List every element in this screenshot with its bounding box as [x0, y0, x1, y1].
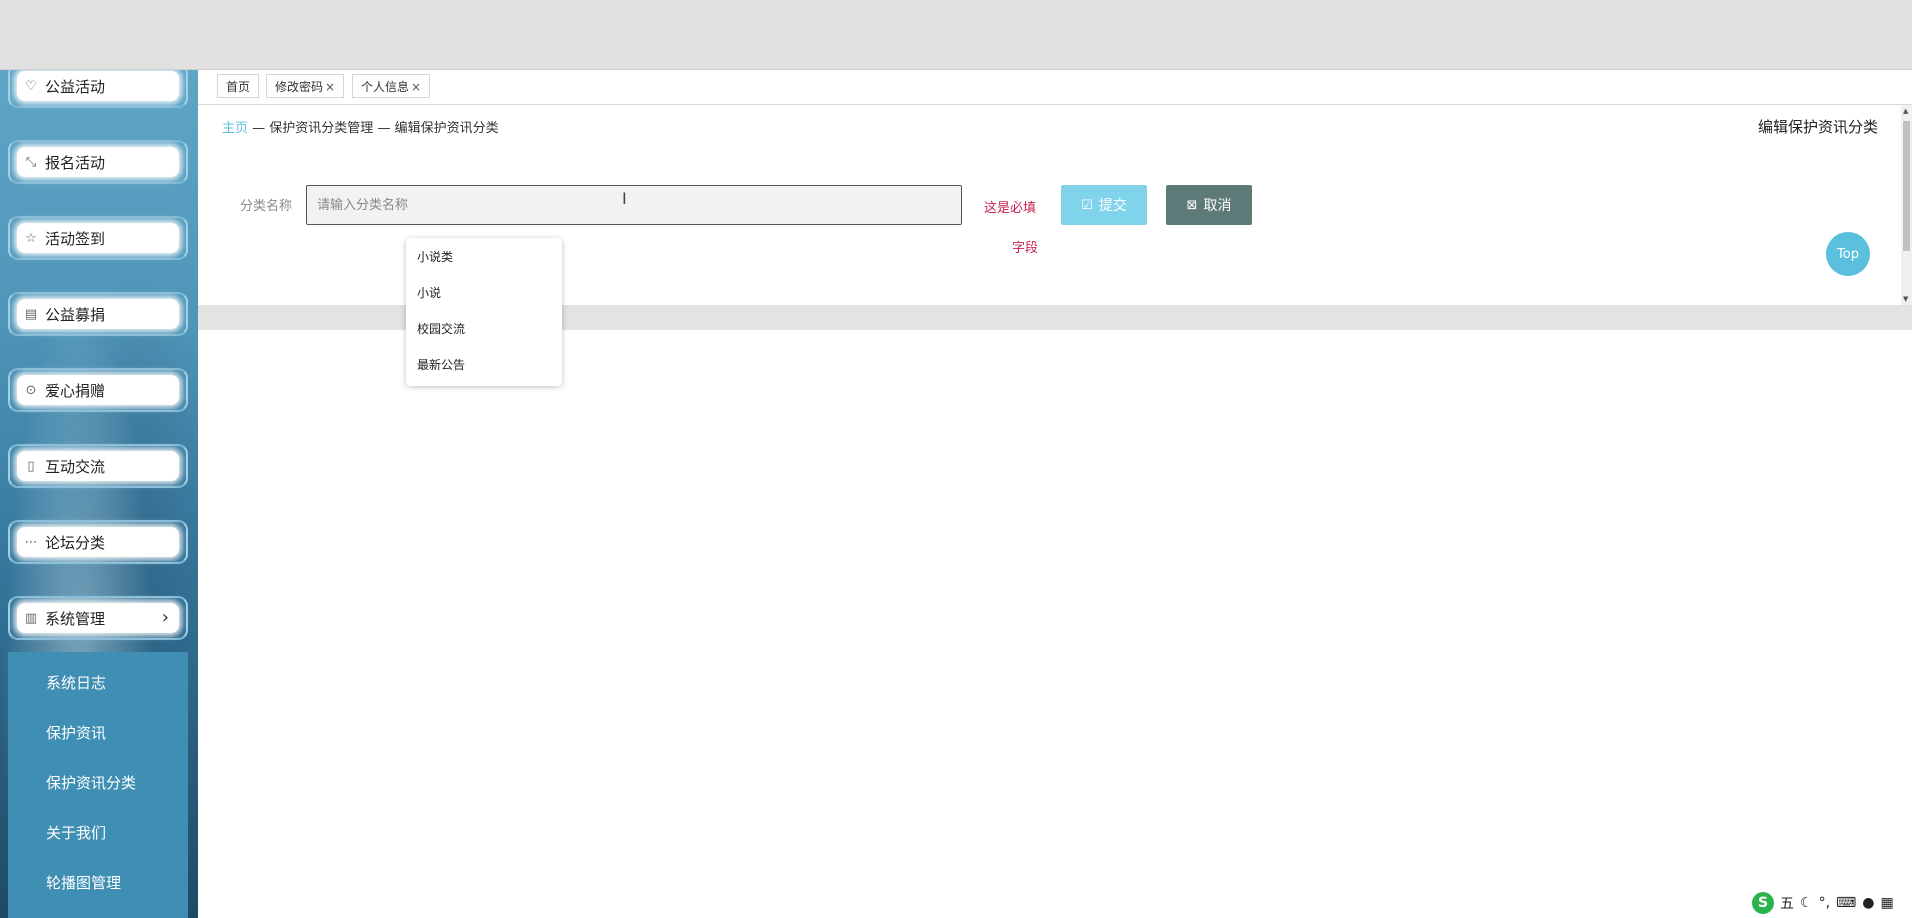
submit-button[interactable]: ☑ 提交	[1061, 185, 1147, 225]
tab-profile[interactable]: 个人信息 ×	[352, 74, 431, 98]
bookmark-icon: ▯	[27, 458, 35, 474]
menu-pill[interactable]: ▤ 公益募捐	[17, 299, 179, 329]
cancel-label: 取消	[1203, 198, 1232, 214]
sidebar-item-activity-checkin[interactable]: ☆ 活动签到	[8, 216, 188, 260]
panel-scrollbar[interactable]: ▲ ▼	[1901, 105, 1912, 305]
autocomplete-option[interactable]: 小说	[417, 284, 441, 301]
close-icon[interactable]: ×	[411, 80, 421, 94]
user-icon[interactable]: ●	[1862, 895, 1874, 911]
sidebar-item-fundraising[interactable]: ▤ 公益募捐	[8, 292, 188, 336]
sidebar-item-label: 公益募捐	[45, 305, 106, 324]
page-title: 编辑保护资讯分类	[1757, 118, 1878, 136]
close-icon[interactable]: ×	[325, 80, 335, 94]
sidebar-item-label: 公益活动	[45, 77, 106, 96]
autocomplete-dropdown: 小说类 小说 校园交流 最新公告	[406, 238, 562, 386]
top-header-bar	[0, 0, 1912, 70]
menu-pill[interactable]: ⤡ 报名活动	[17, 147, 179, 177]
heart-icon: ♡	[25, 78, 37, 94]
bar-chart-icon: ▥	[24, 610, 38, 626]
submenu-item-carousel[interactable]: 轮播图管理	[46, 872, 121, 893]
ime-mode[interactable]: 五	[1780, 893, 1794, 913]
chevron-right-icon: ›	[161, 607, 169, 628]
menu-pill[interactable]: ⊙ 爱心捐赠	[17, 375, 179, 405]
moon-icon[interactable]: ☾	[1800, 895, 1813, 911]
close-box-icon: ⊠	[1186, 197, 1198, 213]
tab-label: 首页	[226, 80, 251, 94]
tab-change-password[interactable]: 修改密码 ×	[266, 74, 345, 98]
autocomplete-option[interactable]: 最新公告	[417, 356, 465, 373]
chat-icon: ⋯	[24, 534, 38, 550]
sidebar-item-label: 互动交流	[45, 457, 106, 476]
breadcrumb-separator: —	[377, 121, 391, 136]
chart-icon: ▤	[24, 306, 38, 322]
breadcrumb: 主页 — 保护资讯分类管理 — 编辑保护资讯分类	[222, 117, 499, 136]
menu-pill[interactable]: ▥ 系统管理 ›	[17, 603, 179, 633]
star-icon: ☆	[25, 230, 37, 246]
autocomplete-option[interactable]: 校园交流	[417, 320, 465, 337]
sidebar-item-forum-category[interactable]: ⋯ 论坛分类	[8, 520, 188, 564]
menu-pill[interactable]: ☆ 活动签到	[17, 223, 179, 253]
system-submenu: 系统日志 保护资讯 保护资讯分类 关于我们 轮播图管理	[8, 652, 188, 918]
punctuation-icon[interactable]: °,	[1819, 895, 1830, 911]
menu-pill[interactable]: ⋯ 论坛分类	[17, 527, 179, 557]
submenu-item-about-us[interactable]: 关于我们	[46, 822, 106, 843]
sidebar-item-label: 报名活动	[45, 153, 106, 172]
sidebar-item-interaction[interactable]: ▯ 互动交流	[8, 444, 188, 488]
sidebar-item-system-management[interactable]: ▥ 系统管理 ›	[8, 596, 188, 640]
scroll-down-icon[interactable]: ▼	[1903, 295, 1908, 303]
sidebar-item-charity-activity[interactable]: ♡ 公益活动	[8, 70, 188, 108]
scroll-up-icon[interactable]: ▲	[1903, 107, 1908, 115]
menu-pill[interactable]: ♡ 公益活动	[17, 71, 179, 101]
sidebar-item-label: 爱心捐赠	[45, 381, 106, 400]
tab-bar: 首页 修改密码 × 个人信息 ×	[198, 70, 1912, 105]
scrollbar-thumb[interactable]	[1903, 121, 1910, 251]
category-name-label: 分类名称	[240, 199, 293, 214]
breadcrumb-separator: —	[252, 121, 266, 136]
tab-home[interactable]: 首页	[217, 74, 260, 98]
cancel-button[interactable]: ⊠ 取消	[1166, 185, 1252, 225]
menu-pill[interactable]: ▯ 互动交流	[17, 451, 179, 481]
submenu-item-system-log[interactable]: 系统日志	[46, 672, 106, 693]
target-icon: ⊙	[25, 382, 37, 398]
sidebar-item-label: 活动签到	[45, 229, 106, 248]
keyboard-icon[interactable]: ⌨	[1836, 895, 1856, 911]
submenu-item-news[interactable]: 保护资讯	[46, 722, 106, 743]
autocomplete-option[interactable]: 小说类	[417, 248, 453, 265]
category-name-input[interactable]	[306, 185, 962, 225]
sidebar-item-signup-activity[interactable]: ⤡ 报名活动	[8, 140, 188, 184]
edit-icon: ☑	[1081, 197, 1093, 213]
breadcrumb-home[interactable]: 主页	[222, 121, 248, 136]
text-cursor-icon: I	[622, 189, 627, 208]
breadcrumb-level2: 编辑保护资讯分类	[394, 121, 499, 136]
grid-icon[interactable]: ▦	[1880, 895, 1893, 911]
breadcrumb-level1: 保护资讯分类管理	[269, 121, 374, 136]
ime-logo-icon[interactable]: S	[1752, 892, 1774, 914]
tab-label: 个人信息	[361, 80, 410, 94]
ime-toolbar: S 五 ☾ °, ⌨ ● ▦	[1752, 890, 1912, 916]
required-hint-continued: 字段	[1012, 241, 1039, 256]
sidebar-item-label: 系统管理	[45, 609, 106, 628]
required-hint: 这是必填	[984, 201, 1037, 216]
compress-icon: ⤡	[25, 154, 37, 170]
back-to-top-button[interactable]: Top	[1826, 232, 1870, 276]
sidebar: ♡ 公益活动 ⤡ 报名活动 ☆ 活动签到 ▤ 公益募捐 ⊙ 爱心捐赠 ▯ 互动交…	[0, 70, 198, 918]
submit-label: 提交	[1098, 198, 1127, 214]
sidebar-item-donation[interactable]: ⊙ 爱心捐赠	[8, 368, 188, 412]
tab-label: 修改密码	[275, 80, 324, 94]
submenu-item-news-category[interactable]: 保护资讯分类	[46, 772, 136, 793]
sidebar-item-label: 论坛分类	[45, 533, 106, 552]
